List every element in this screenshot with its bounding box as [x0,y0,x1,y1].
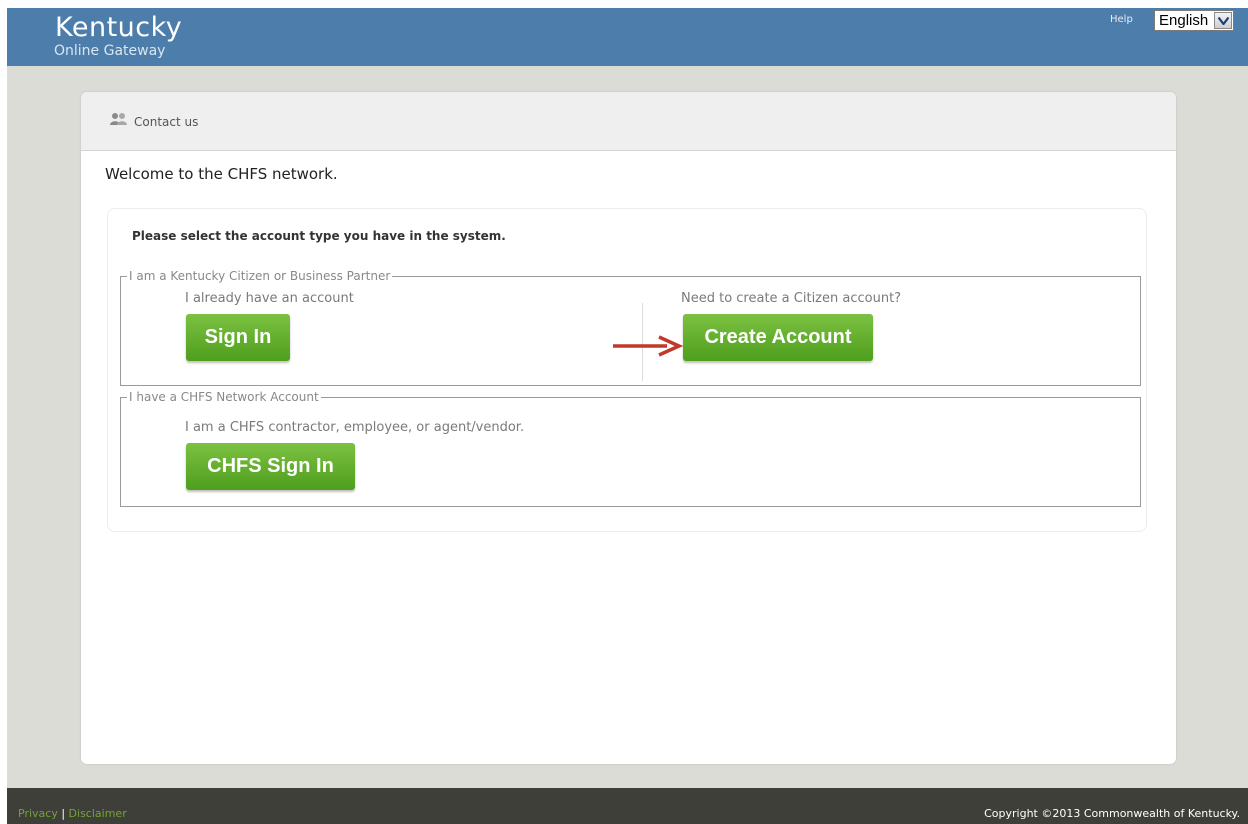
existing-account-label: I already have an account [185,291,354,306]
copyright-text: Copyright ©2013 Commonwealth of Kentucky… [984,807,1240,820]
footer-separator: | [61,807,66,820]
citizen-group: I am a Kentucky Citizen or Business Part… [120,269,1141,386]
account-type-prompt: Please select the account type you have … [132,229,506,243]
chfs-group-legend: I have a CHFS Network Account [129,390,319,404]
page-frame: Kentucky Online Gateway Help English Con… [7,8,1248,824]
create-account-button[interactable]: Create Account [683,314,873,361]
sign-in-button[interactable]: Sign In [186,314,290,361]
brand-title: Kentucky [55,12,183,43]
contact-us-link[interactable]: Contact us [110,112,198,131]
site-footer: Privacy | Disclaimer Copyright ©2013 Com… [7,788,1248,824]
chevron-down-icon[interactable] [1214,12,1232,29]
footer-links: Privacy | Disclaimer [18,807,127,820]
chfs-description: I am a CHFS contractor, employee, or age… [185,420,525,435]
brand-subtitle: Online Gateway [54,43,166,59]
contact-us-label: Contact us [134,114,199,129]
privacy-link[interactable]: Privacy [18,807,58,820]
welcome-heading: Welcome to the CHFS network. [105,165,338,183]
account-type-panel: Please select the account type you have … [107,208,1147,532]
create-account-label: Need to create a Citizen account? [681,291,902,306]
disclaimer-link[interactable]: Disclaimer [69,807,127,820]
chfs-group: I have a CHFS Network Account I am a CHF… [120,390,1141,507]
people-icon [110,112,128,131]
chfs-sign-in-button[interactable]: CHFS Sign In [186,443,355,490]
help-link[interactable]: Help [1110,14,1133,25]
citizen-group-legend: I am a Kentucky Citizen or Business Part… [129,269,391,283]
language-selected-value: English [1159,12,1209,29]
language-select[interactable]: English [1154,10,1234,31]
card-toolbar: Contact us [81,92,1176,151]
site-header: Kentucky Online Gateway Help English [7,8,1248,66]
main-card: Contact us Welcome to the CHFS network. … [81,92,1176,764]
arrow-right-icon [613,335,684,362]
